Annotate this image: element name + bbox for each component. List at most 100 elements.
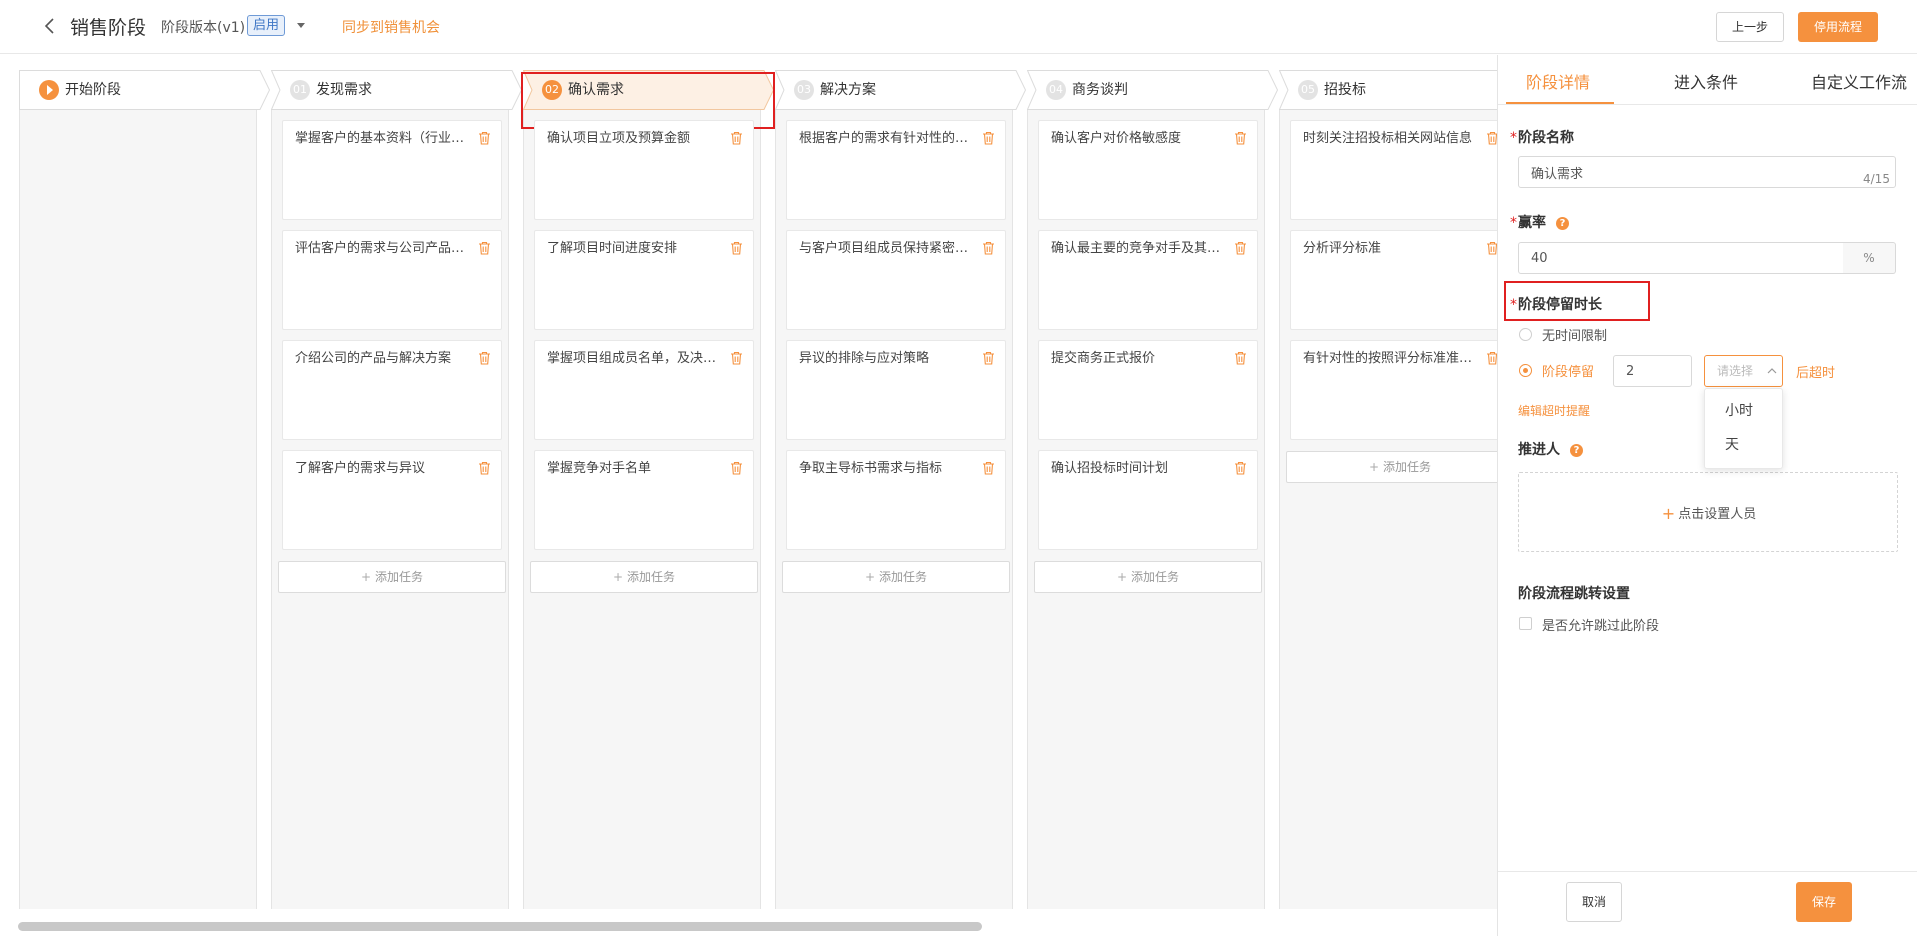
add-task-button[interactable]: + 添加任务 — [1286, 451, 1497, 483]
stage-label: 招投标 — [1324, 82, 1366, 98]
stage-number: 04 — [1046, 80, 1066, 100]
plus-icon: + — [360, 570, 372, 584]
question-icon[interactable]: ? — [1556, 217, 1569, 230]
stage-number: 03 — [794, 80, 814, 100]
trash-icon[interactable] — [1486, 351, 1497, 365]
trash-icon[interactable] — [1234, 131, 1247, 145]
add-task-button[interactable]: + 添加任务 — [278, 561, 506, 593]
task-card[interactable]: 评估客户的需求与公司产品的匹配度 — [282, 230, 502, 330]
task-card[interactable]: 根据客户的需求有针对性的提供解决方案 — [786, 120, 1006, 220]
plus-icon: + — [612, 570, 624, 584]
unit-option-hour[interactable]: 小时 — [1725, 400, 1753, 420]
task-card[interactable]: 确认最主要的竞争对手及其报价 — [1038, 230, 1258, 330]
task-card[interactable]: 异议的排除与应对策略 — [786, 340, 1006, 440]
task-text: 介绍公司的产品与解决方案 — [295, 351, 452, 366]
trash-icon[interactable] — [730, 461, 743, 475]
stay-radio[interactable] — [1519, 364, 1532, 377]
trash-icon[interactable] — [730, 131, 743, 145]
prev-step-button[interactable]: 上一步 — [1716, 12, 1784, 42]
add-task-label: 添加任务 — [627, 570, 676, 584]
trash-icon[interactable] — [1234, 351, 1247, 365]
time-unit-select[interactable]: 请选择 — [1704, 355, 1783, 387]
trash-icon[interactable] — [478, 131, 491, 145]
question-icon[interactable]: ? — [1570, 444, 1583, 457]
no-limit-label: 无时间限制 — [1542, 329, 1608, 344]
task-card[interactable]: 与客户项目组成员保持紧密联系 — [786, 230, 1006, 330]
cancel-button[interactable]: 取消 — [1566, 882, 1622, 922]
task-card[interactable]: 了解客户的需求与异议 — [282, 450, 502, 550]
task-card[interactable]: 时刻关注招投标相关网站信息 — [1290, 120, 1497, 220]
save-button[interactable]: 保存 — [1796, 882, 1852, 922]
task-card[interactable]: 了解项目时间进度安排 — [534, 230, 754, 330]
trash-icon[interactable] — [982, 461, 995, 475]
trash-icon[interactable] — [1486, 131, 1497, 145]
panel-tabs: 阶段详情 进入条件 自定义工作流 — [1498, 55, 1917, 105]
trash-icon[interactable] — [982, 131, 995, 145]
no-limit-radio[interactable] — [1519, 328, 1532, 341]
task-card[interactable]: 掌握客户的基本资料（行业、规模、组织架构等） — [282, 120, 502, 220]
task-text: 掌握客户的基本资料（行业、规模、组织架构等） — [295, 131, 465, 146]
trash-icon[interactable] — [1234, 461, 1247, 475]
play-icon — [39, 80, 59, 100]
stage-label: 开始阶段 — [65, 82, 121, 98]
percent-suffix: % — [1843, 242, 1896, 274]
task-card[interactable]: 介绍公司的产品与解决方案 — [282, 340, 502, 440]
trash-icon[interactable] — [478, 461, 491, 475]
stage-column-start — [19, 109, 257, 909]
sync-to-opportunity-link[interactable]: 同步到销售机会 — [342, 17, 440, 37]
task-card[interactable]: 掌握竞争对手名单 — [534, 450, 754, 550]
task-card[interactable]: 确认客户对价格敏感度 — [1038, 120, 1258, 220]
active-tab-underline — [1506, 102, 1614, 104]
task-text: 与客户项目组成员保持紧密联系 — [799, 241, 969, 256]
add-task-button[interactable]: + 添加任务 — [782, 561, 1010, 593]
unit-option-day[interactable]: 天 — [1725, 434, 1739, 454]
trash-icon[interactable] — [730, 241, 743, 255]
task-text: 评估客户的需求与公司产品的匹配度 — [295, 241, 465, 256]
stay-label: 阶段停留 — [1542, 365, 1595, 380]
trash-icon[interactable] — [1234, 241, 1247, 255]
add-task-label: 添加任务 — [1383, 460, 1432, 474]
task-card[interactable]: 有针对性的按照评分标准准备标书 — [1290, 340, 1497, 440]
plus-icon: + — [1368, 460, 1380, 474]
trash-icon[interactable] — [982, 351, 995, 365]
char-count: 4/15 — [1863, 172, 1890, 186]
task-card[interactable]: 确认项目立项及预算金额 — [534, 120, 754, 220]
set-assignee-box[interactable]: + 点击设置人员 — [1518, 472, 1898, 552]
task-card[interactable]: 分析评分标准 — [1290, 230, 1497, 330]
dwell-time-label: *阶段停留时长 — [1510, 297, 1602, 313]
plus-icon: + — [864, 570, 876, 584]
task-card[interactable]: 提交商务正式报价 — [1038, 340, 1258, 440]
stay-duration-input[interactable] — [1613, 355, 1692, 387]
stage-progress-bar: 开始阶段 01 发现需求 02 确认需求 03 解决方案 04 商务谈判 05 … — [0, 70, 1497, 129]
tab-stage-detail[interactable]: 阶段详情 — [1526, 69, 1590, 93]
task-card[interactable]: 掌握项目组成员名单，及决策链 — [534, 340, 754, 440]
edit-timeout-reminder-link[interactable]: 编辑超时提醒 — [1518, 402, 1590, 419]
stage-number: 01 — [290, 80, 310, 100]
add-task-button[interactable]: + 添加任务 — [530, 561, 758, 593]
caret-down-icon[interactable] — [294, 17, 308, 33]
task-card[interactable]: 确认招投标时间计划 — [1038, 450, 1258, 550]
allow-skip-checkbox[interactable] — [1519, 617, 1532, 630]
task-card[interactable]: 争取主导标书需求与指标 — [786, 450, 1006, 550]
trash-icon[interactable] — [478, 351, 491, 365]
trash-icon[interactable] — [1486, 241, 1497, 255]
back-arrow-icon[interactable] — [40, 16, 60, 36]
stage-name-input[interactable] — [1518, 156, 1896, 188]
version-label: 阶段版本(v1) — [161, 20, 246, 36]
allow-skip-label: 是否允许跳过此阶段 — [1542, 619, 1660, 634]
chevron-up-icon — [1767, 368, 1777, 374]
horizontal-scrollbar[interactable] — [18, 922, 982, 931]
trash-icon[interactable] — [730, 351, 743, 365]
win-rate-input[interactable] — [1518, 242, 1844, 274]
plus-icon: + — [1116, 570, 1128, 584]
stop-flow-button[interactable]: 停用流程 — [1798, 12, 1878, 42]
stage-name-label: *阶段名称 — [1510, 130, 1574, 146]
trash-icon[interactable] — [982, 241, 995, 255]
add-task-label: 添加任务 — [879, 570, 928, 584]
tab-custom-workflow[interactable]: 自定义工作流 — [1811, 69, 1907, 93]
tab-entry-conditions[interactable]: 进入条件 — [1674, 69, 1738, 93]
stage-board: 开始阶段 01 发现需求 02 确认需求 03 解决方案 04 商务谈判 05 … — [0, 55, 1497, 936]
add-task-button[interactable]: + 添加任务 — [1034, 561, 1262, 593]
trash-icon[interactable] — [478, 241, 491, 255]
jump-settings-title: 阶段流程跳转设置 — [1518, 586, 1630, 602]
